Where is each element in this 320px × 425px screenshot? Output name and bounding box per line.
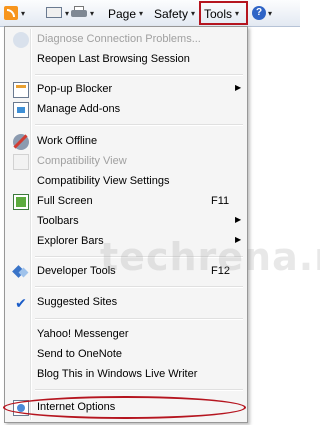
menu-item-compatibility-view[interactable]: Compatibility View — [7, 151, 245, 173]
menu-separator — [35, 74, 243, 76]
menu-item-label: Diagnose Connection Problems... — [37, 33, 201, 45]
menu-item-label: Blog This in Windows Live Writer — [37, 368, 198, 380]
help-dropdown-arrow[interactable]: ▾ — [268, 3, 272, 24]
menu-item-suggested-sites[interactable]: ✔ Suggested Sites — [7, 292, 245, 314]
full-screen-icon — [13, 194, 29, 210]
safety-menu-button[interactable]: Safety ▾ — [154, 3, 195, 24]
menu-item-label: Send to OneNote — [37, 348, 123, 360]
shortcut-key: F11 — [211, 195, 230, 207]
menu-item-popup-blocker[interactable]: Pop-up Blocker ▶ — [7, 79, 245, 101]
menu-item-label: Pop-up Blocker — [37, 83, 113, 95]
menu-separator — [35, 318, 243, 320]
help-icon[interactable]: ? — [252, 6, 266, 20]
menu-item-label: Suggested Sites — [37, 296, 118, 308]
work-offline-icon — [13, 134, 29, 150]
watermark: techrena.net — [100, 235, 320, 279]
menu-item-compatibility-view-settings[interactable]: Compatibility View Settings — [7, 171, 245, 193]
menu-item-label: Explorer Bars — [37, 235, 104, 247]
print-icon[interactable] — [71, 6, 87, 19]
menu-item-label: Compatibility View — [37, 155, 127, 167]
feeds-icon[interactable] — [4, 6, 18, 20]
menu-item-label: Work Offline — [37, 135, 98, 147]
menu-item-label: Toolbars — [37, 215, 79, 227]
tools-highlight-box — [199, 1, 248, 25]
command-bar: ▾ ▾ ▾ Page ▾ Safety ▾ Tools ▾ ? ▾ — [0, 0, 300, 27]
developer-tools-icon — [13, 264, 29, 280]
menu-item-diagnose-connection[interactable]: Diagnose Connection Problems... — [7, 29, 245, 51]
internet-options-highlight-ellipse — [3, 396, 246, 419]
print-dropdown-arrow[interactable]: ▾ — [90, 3, 94, 24]
menu-separator — [35, 389, 243, 391]
chevron-down-icon: ▾ — [139, 9, 144, 18]
mail-dropdown-arrow[interactable]: ▾ — [65, 3, 69, 24]
menu-item-label: Reopen Last Browsing Session — [37, 53, 190, 65]
manage-addons-icon — [13, 102, 29, 118]
check-icon: ✔ — [15, 295, 27, 311]
feeds-dropdown-arrow[interactable]: ▾ — [21, 3, 25, 24]
chevron-down-icon: ▾ — [191, 9, 196, 18]
menu-item-work-offline[interactable]: Work Offline — [7, 131, 245, 153]
menu-item-blog-this[interactable]: Blog This in Windows Live Writer — [7, 364, 245, 386]
menu-item-manage-addons[interactable]: Manage Add-ons — [7, 99, 245, 121]
menu-separator — [35, 286, 243, 288]
menu-item-label: Compatibility View Settings — [37, 175, 170, 187]
menu-separator — [35, 124, 243, 126]
mail-icon[interactable] — [46, 7, 62, 18]
compatibility-view-icon — [13, 154, 29, 170]
safety-menu-label: Safety — [154, 6, 189, 21]
menu-item-label: Yahoo! Messenger — [37, 328, 129, 340]
menu-item-label: Full Screen — [37, 195, 93, 207]
submenu-arrow-icon: ▶ — [235, 215, 242, 224]
page-menu-label: Page — [108, 6, 137, 21]
popup-blocker-icon — [13, 82, 29, 98]
page-menu-button[interactable]: Page ▾ — [108, 3, 143, 24]
menu-item-yahoo-messenger[interactable]: Yahoo! Messenger — [7, 324, 245, 346]
menu-item-toolbars[interactable]: Toolbars ▶ — [7, 211, 245, 233]
menu-item-send-to-onenote[interactable]: Send to OneNote — [7, 344, 245, 366]
menu-item-full-screen[interactable]: Full Screen F11 — [7, 191, 245, 213]
diagnose-icon — [13, 32, 29, 48]
menu-item-label: Manage Add-ons — [37, 103, 121, 115]
submenu-arrow-icon: ▶ — [235, 83, 242, 92]
menu-item-reopen-session[interactable]: Reopen Last Browsing Session — [7, 49, 245, 71]
tools-menu: Diagnose Connection Problems... Reopen L… — [4, 26, 248, 423]
